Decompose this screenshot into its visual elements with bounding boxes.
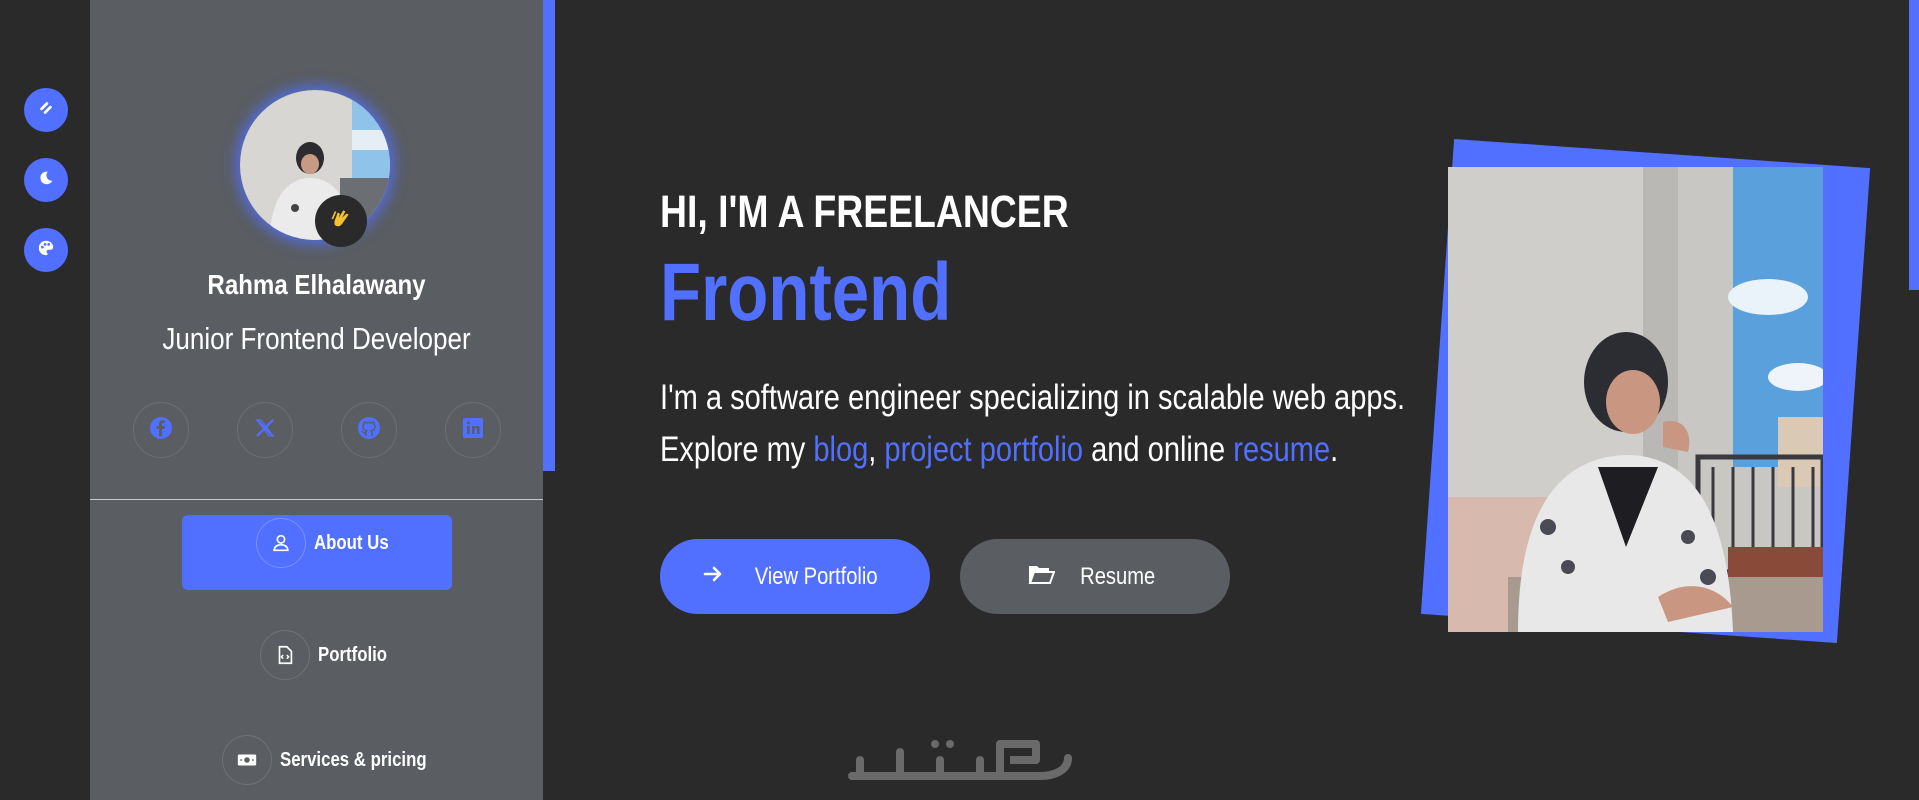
github-icon	[357, 416, 381, 445]
resume-button[interactable]: Resume	[960, 539, 1230, 614]
hero-line-2: Explore my blog, project portfolio and o…	[660, 424, 1405, 476]
profile-photo	[1448, 167, 1823, 632]
hero-description: I'm a software engineer specializing in …	[660, 372, 1405, 476]
nav-item-portfolio[interactable]: Portfolio	[260, 630, 400, 680]
linkedin-link[interactable]	[445, 402, 501, 458]
facebook-link[interactable]	[133, 402, 189, 458]
folder-open-icon	[1027, 562, 1056, 591]
resume-link[interactable]: resume	[1233, 430, 1330, 469]
x-twitter-icon	[253, 416, 277, 445]
view-portfolio-button[interactable]: View Portfolio	[660, 539, 930, 614]
blog-link[interactable]: blog	[813, 430, 868, 469]
clapping-hands-icon	[328, 206, 354, 237]
hero-title: Frontend	[660, 247, 952, 338]
hero-line-2-end: .	[1330, 430, 1339, 469]
nav-label-services-pricing: Services & pricing	[280, 748, 427, 771]
hero-subtitle: HI, I'M A FREELANCER	[660, 186, 1069, 237]
sidebar-divider	[90, 499, 543, 500]
user-icon	[256, 518, 306, 568]
hero-separator: ,	[868, 430, 885, 469]
scrollbar[interactable]	[1909, 0, 1919, 290]
avatar-badge	[315, 195, 367, 247]
color-theme-button[interactable]	[24, 228, 68, 272]
sidebar-accent-bar	[543, 0, 555, 471]
nav-label-portfolio: Portfolio	[318, 643, 388, 666]
code-file-icon	[260, 630, 310, 680]
resume-label: Resume	[1080, 562, 1156, 590]
profile-role: Junior Frontend Developer	[162, 321, 471, 356]
layout-toggle-button[interactable]	[24, 88, 68, 132]
hero-line-2-text: Explore my	[660, 430, 814, 469]
moon-icon	[37, 169, 55, 192]
layout-toggle-icon	[37, 99, 55, 122]
nav-item-services-pricing[interactable]: Services & pricing	[222, 735, 455, 785]
settings-rail	[0, 0, 90, 800]
linkedin-icon	[461, 416, 485, 445]
dark-mode-button[interactable]	[24, 158, 68, 202]
money-icon	[222, 735, 272, 785]
project-portfolio-link[interactable]: project portfolio	[884, 430, 1083, 469]
palette-icon	[37, 239, 55, 262]
watermark-logo	[840, 730, 1080, 790]
github-link[interactable]	[341, 402, 397, 458]
x-twitter-link[interactable]	[237, 402, 293, 458]
profile-sidebar: Rahma Elhalawany Junior Frontend Develop…	[90, 0, 543, 800]
nav-label-about-us: About Us	[314, 531, 389, 554]
nav-item-about-us-content[interactable]: About Us	[256, 518, 403, 568]
hero-line-2-middle: and online	[1083, 430, 1234, 469]
profile-name: Rahma Elhalawany	[207, 269, 426, 300]
arrow-right-icon	[701, 562, 725, 591]
hero-line-1: I'm a software engineer specializing in …	[660, 378, 1406, 417]
view-portfolio-label: View Portfolio	[754, 562, 878, 590]
facebook-icon	[149, 416, 173, 445]
